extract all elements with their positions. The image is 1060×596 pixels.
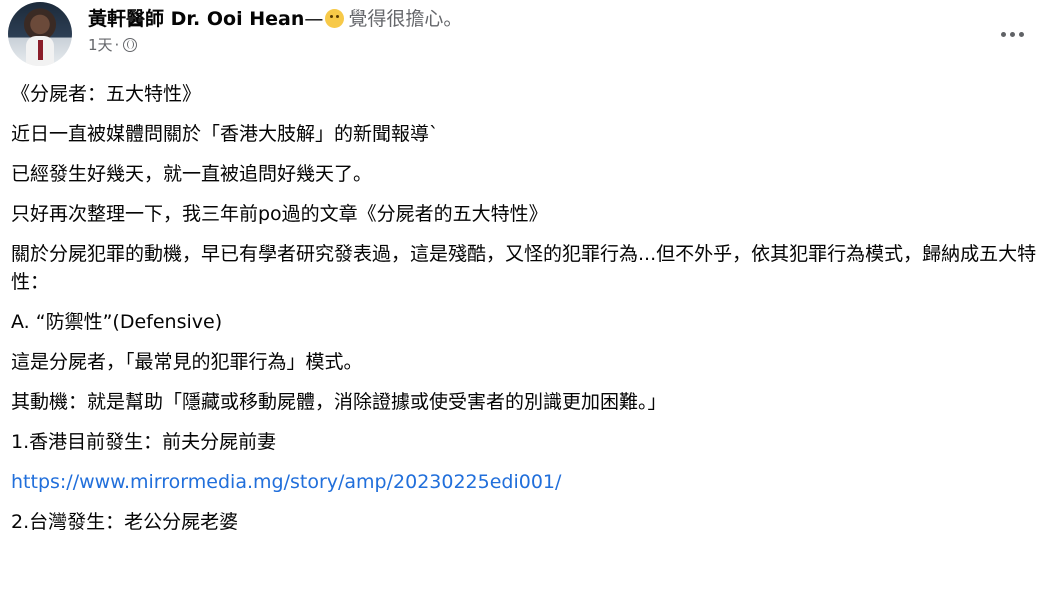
globe-icon[interactable] xyxy=(123,37,138,52)
post-meta: 黃軒醫師 Dr. Ooi Hean— 覺得很擔心。 1天 · xyxy=(88,6,462,55)
post-body: 《分屍者：五大特性》 近日一直被媒體問關於「香港大肢解」的新聞報導` 已經發生好… xyxy=(11,80,1041,548)
paragraph: A. “防禦性”(Defensive) xyxy=(11,311,223,333)
facebook-post: 黃軒醫師 Dr. Ooi Hean— 覺得很擔心。 1天 · 《分屍者：五大特性》… xyxy=(0,0,1060,596)
timestamp-line: 1天 · xyxy=(88,34,462,55)
avatar[interactable] xyxy=(8,2,72,66)
avatar-tie xyxy=(38,40,43,60)
author-line: 黃軒醫師 Dr. Ooi Hean— 覺得很擔心。 xyxy=(88,6,462,32)
paragraph: 其動機：就是幫助「隱藏或移動屍體，消除證據或使受害者的別識更加困難。」 xyxy=(11,391,667,413)
worried-face-icon xyxy=(325,9,345,28)
paragraph: 1.香港目前發生：前夫分屍前妻 xyxy=(11,431,277,453)
article-link[interactable]: https://www.mirrormedia.mg/story/amp/202… xyxy=(11,471,561,493)
paragraph: 已經發生好幾天，就一直被追問好幾天了。 xyxy=(11,163,373,185)
link-paragraph: https://www.mirrormedia.mg/story/amp/202… xyxy=(11,468,1041,496)
feeling-dash: — xyxy=(304,8,324,30)
time-separator: · xyxy=(114,35,120,54)
paragraph: 這是分屍者，「最常見的犯罪行為」模式。 xyxy=(11,351,363,373)
paragraph: 只好再次整理一下，我三年前po過的文章《分屍者的五大特性》 xyxy=(11,203,548,225)
dot-icon xyxy=(1018,31,1024,37)
author-name[interactable]: 黃軒醫師 Dr. Ooi Hean xyxy=(88,8,304,30)
more-options-button[interactable] xyxy=(994,24,1030,44)
paragraph: 2.台灣發生：老公分屍老婆 xyxy=(11,511,239,533)
paragraph: 近日一直被媒體問關於「香港大肢解」的新聞報導` xyxy=(11,123,439,145)
post-header: 黃軒醫師 Dr. Ooi Hean— 覺得很擔心。 1天 · xyxy=(8,2,1048,66)
feeling-text: 覺得很擔心。 xyxy=(348,8,463,30)
post-time[interactable]: 1天 xyxy=(88,34,113,55)
paragraph: 關於分屍犯罪的動機，早已有學者研究發表過，這是殘酷，又怪的犯罪行為...但不外乎… xyxy=(11,243,1037,293)
dot-icon xyxy=(1000,31,1006,37)
post-title: 《分屍者：五大特性》 xyxy=(11,83,202,105)
dot-icon xyxy=(1009,31,1015,37)
